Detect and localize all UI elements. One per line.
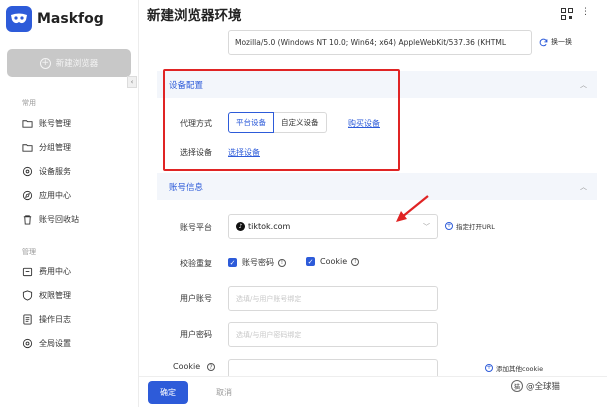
cancel-button[interactable]: 取消 <box>216 387 232 398</box>
plus-circle-icon: + <box>445 222 453 230</box>
user-password-placeholder: 选填/与用户密码绑定 <box>236 330 302 339</box>
sidebar-item-label: 操作日志 <box>39 315 71 324</box>
confirm-label: 确定 <box>160 388 176 397</box>
info-icon[interactable]: ! <box>278 258 286 267</box>
sidebar-item-label: 分组管理 <box>39 143 71 152</box>
sidebar-item-recycle-bin[interactable]: 账号回收站 <box>22 214 79 225</box>
duplicate-check-label: 校验重复 <box>180 259 212 268</box>
add-cookie-label: 添加其他cookie <box>496 365 544 373</box>
sidebar-item-account-management[interactable]: 账号管理 <box>22 118 71 129</box>
app-name: Maskfog <box>37 11 104 27</box>
wallet-icon <box>22 267 33 277</box>
checkbox-label: Cookie <box>320 257 348 266</box>
sidebar: Maskfog + 新建浏览器 ‹ 常用 账号管理 分组管理 设备服务 应用中心… <box>0 0 139 407</box>
sidebar-item-label: 设备服务 <box>39 167 71 176</box>
section-title: 账号信息 <box>169 182 204 193</box>
user-account-label: 用户账号 <box>180 294 212 303</box>
watermark-text: @全球猫 <box>526 382 561 392</box>
plus-icon: + <box>39 57 51 69</box>
watermark: 猫 @全球猫 <box>511 380 560 392</box>
user-account-input[interactable]: 选填/与用户账号绑定 <box>228 286 438 311</box>
info-icon[interactable]: ? <box>207 363 215 371</box>
menu-icon[interactable]: ⋮ <box>581 7 590 17</box>
account-platform-value: tiktok.com <box>248 222 291 231</box>
checkbox-checked-icon[interactable]: ✓ <box>306 257 315 266</box>
sidebar-collapse-button[interactable]: ‹ <box>127 76 137 88</box>
document-icon <box>23 314 32 325</box>
chevron-up-icon: ︿ <box>580 81 587 89</box>
nav-group-label: 管理 <box>22 248 36 256</box>
new-browser-label: 新建浏览器 <box>55 59 99 69</box>
sidebar-item-label: 费用中心 <box>39 267 71 276</box>
sidebar-item-permissions[interactable]: 权限管理 <box>22 290 71 301</box>
sidebar-item-label: 权限管理 <box>39 291 71 300</box>
user-password-input[interactable]: 选填/与用户密码绑定 <box>228 322 438 347</box>
user-agent-field[interactable]: Mozilla/5.0 (Windows NT 10.0; Win64; x64… <box>228 30 532 55</box>
qr-code-icon[interactable] <box>561 8 573 20</box>
new-browser-button[interactable]: + 新建浏览器 <box>7 49 131 77</box>
info-icon[interactable]: ! <box>351 257 360 266</box>
specify-url-label: 指定打开URL <box>456 223 495 231</box>
sidebar-item-label: 账号管理 <box>39 119 71 128</box>
location-pin-icon <box>22 166 33 177</box>
tiktok-icon: ♪ <box>236 222 245 231</box>
user-agent-value: Mozilla/5.0 (Windows NT 10.0; Win64; x64… <box>235 38 507 47</box>
chevron-down-icon: ﹀ <box>423 223 430 231</box>
account-platform-select[interactable]: ♪ tiktok.com ﹀ <box>228 214 438 239</box>
cookie-label: Cookie <box>173 362 201 371</box>
sidebar-item-label: 账号回收站 <box>39 215 79 224</box>
checkbox-checked-icon[interactable]: ✓ <box>228 258 237 267</box>
app-logo: Maskfog <box>6 6 104 32</box>
chevron-up-icon: ︿ <box>580 183 587 191</box>
sidebar-item-device-service[interactable]: 设备服务 <box>22 166 71 177</box>
nav-group-label: 常用 <box>22 99 36 107</box>
highlight-frame <box>163 69 400 171</box>
sidebar-item-label: 全局设置 <box>39 339 71 348</box>
sidebar-item-label: 应用中心 <box>39 191 71 200</box>
chevron-left-icon: ‹ <box>130 78 134 86</box>
check-cookie[interactable]: ✓ Cookie ! <box>306 257 360 266</box>
checkbox-label: 账号密码 <box>242 258 274 267</box>
sidebar-item-operation-log[interactable]: 操作日志 <box>22 314 71 325</box>
page-title: 新建浏览器环境 <box>147 8 242 24</box>
plus-circle-icon: + <box>485 364 493 372</box>
switch-ua-label: 换一换 <box>551 38 572 46</box>
switch-ua-button[interactable]: 换一换 <box>539 37 572 47</box>
sidebar-item-billing[interactable]: 费用中心 <box>22 266 71 277</box>
shield-icon <box>22 290 33 301</box>
user-password-label: 用户密码 <box>180 330 212 339</box>
account-info-section-header[interactable]: 账号信息 ︿ <box>157 173 597 200</box>
gear-icon <box>22 338 33 349</box>
watermark-logo-icon: 猫 <box>511 380 523 392</box>
folder-icon <box>22 144 33 152</box>
confirm-button[interactable]: 确定 <box>148 381 188 404</box>
check-account-password[interactable]: ✓ 账号密码 ! <box>228 257 286 268</box>
trash-icon <box>23 215 32 225</box>
sidebar-item-app-center[interactable]: 应用中心 <box>22 190 71 201</box>
maskfog-logo-icon <box>6 6 32 32</box>
sidebar-item-group-management[interactable]: 分组管理 <box>22 142 71 153</box>
compass-icon <box>22 190 33 201</box>
sidebar-item-global-settings[interactable]: 全局设置 <box>22 338 71 349</box>
cookie-input[interactable] <box>228 359 438 376</box>
user-account-placeholder: 选填/与用户账号绑定 <box>236 294 302 303</box>
add-cookie-button[interactable]: + 添加其他cookie <box>485 363 543 373</box>
specify-url-button[interactable]: + 指定打开URL <box>445 221 495 231</box>
account-platform-label: 账号平台 <box>180 223 212 232</box>
refresh-icon <box>539 38 548 46</box>
folder-icon <box>22 120 33 128</box>
